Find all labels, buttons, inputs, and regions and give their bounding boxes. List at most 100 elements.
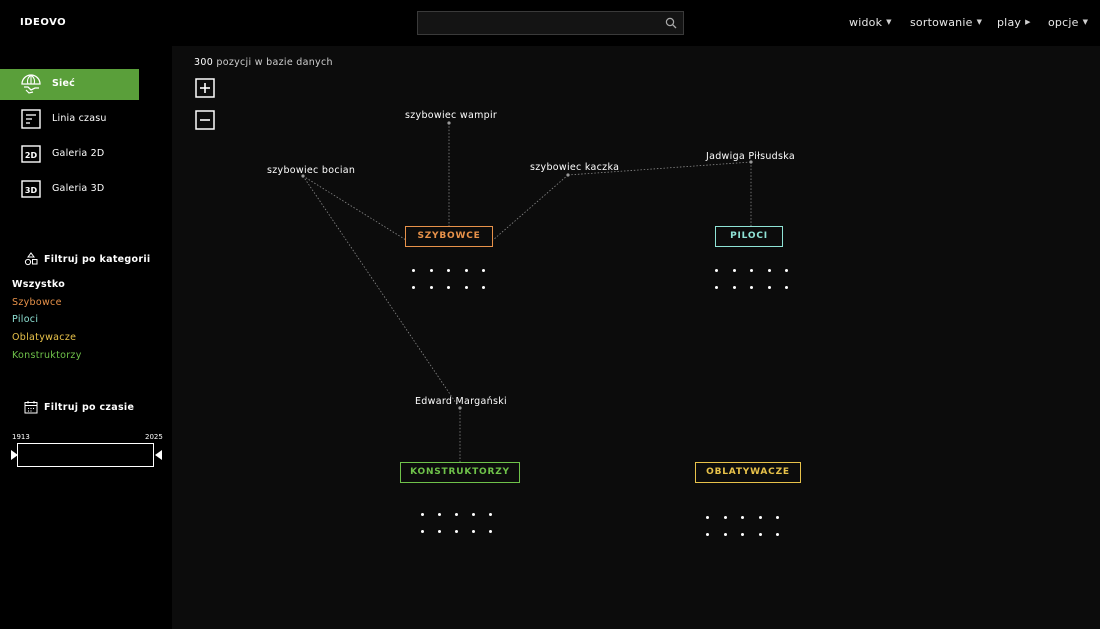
node-point-kaczka [566,173,570,177]
member-dot-szybowce[interactable] [412,269,415,272]
member-dot-piloci[interactable] [750,286,753,289]
app-logo[interactable]: IDEOVO [20,17,66,28]
menu-sortowanie[interactable]: sortowanie ▼ [910,16,982,29]
network-canvas[interactable]: 300 pozycji w bazie danych szybowiec wam… [172,46,1100,629]
member-dot-szybowce[interactable] [447,286,450,289]
member-dot-piloci[interactable] [785,286,788,289]
menu-opcje[interactable]: opcje ▼ [1048,16,1088,29]
group-szybowce[interactable]: SZYBOWCE [405,226,493,247]
group-piloci[interactable]: PILOCI [715,226,783,247]
category-szybowce[interactable]: Szybowce [12,297,62,308]
member-dot-piloci[interactable] [767,269,771,272]
top-bar: IDEOVO widok ▼ sortowanie ▼ play ▶ opcje ▼ [0,0,1100,46]
member-dot-szybowce[interactable] [482,269,485,272]
menu-sortowanie-label: sortowanie [910,16,973,29]
timeline-icon [21,109,41,129]
menu-play[interactable]: play ▶ [997,16,1031,29]
edge-kaczka-szybowce [492,174,569,241]
menu-opcje-label: opcje [1048,16,1079,29]
menu-widok-label: widok [849,16,883,29]
member-dot-konstruktorzy[interactable] [472,530,475,533]
member-dot-oblatywacze[interactable] [706,516,709,519]
member-dot-piloci[interactable] [750,269,753,272]
member-dot-szybowce[interactable] [429,286,433,289]
member-dot-oblatywacze[interactable] [776,516,779,519]
edge-bocian-szybowce [302,175,407,241]
menu-widok[interactable]: widok ▼ [849,16,892,29]
member-dot-piloci[interactable] [767,286,771,289]
member-dot-oblatywacze[interactable] [723,533,727,536]
gallery-3d-icon: 3D [21,180,41,198]
svg-text:2D: 2D [25,151,38,160]
member-dot-oblatywacze[interactable] [706,533,709,536]
member-dot-szybowce[interactable] [447,269,450,272]
category-konstruktorzy[interactable]: Konstruktorzy [12,350,82,361]
search-icon[interactable] [665,17,677,29]
nav-item-galeria-3d[interactable]: 3D Galeria 3D [0,174,139,205]
member-dot-piloci[interactable] [715,286,718,289]
category-wszystko[interactable]: Wszystko [12,279,65,290]
calendar-icon [24,401,38,414]
nav-item-siec[interactable]: Sieć [0,69,139,100]
nav-item-linia-czasu-label: Linia czasu [52,113,107,124]
member-dot-szybowce[interactable] [412,286,415,289]
member-dot-piloci[interactable] [732,286,736,289]
member-dot-piloci[interactable] [785,269,788,272]
member-dot-szybowce[interactable] [429,269,433,272]
node-szybowiec-wampir[interactable]: szybowiec wampir [405,110,497,121]
member-dot-szybowce[interactable] [482,286,485,289]
member-dot-oblatywacze[interactable] [758,516,762,519]
member-dot-konstruktorzy[interactable] [455,513,458,516]
node-jadwiga-pilsudska[interactable]: Jadwiga Piłsudska [706,151,795,162]
node-szybowiec-kaczka[interactable]: szybowiec kaczka [530,162,619,173]
shapes-icon [24,252,38,266]
category-piloci[interactable]: Piloci [12,314,38,325]
nav-item-galeria-3d-label: Galeria 3D [52,183,105,194]
member-dot-oblatywacze[interactable] [723,516,727,519]
range-end-handle[interactable] [155,450,162,460]
member-dot-szybowce[interactable] [464,269,468,272]
member-dot-konstruktorzy[interactable] [489,513,492,516]
range-start-handle[interactable] [11,450,18,460]
network-edges [301,121,753,462]
member-dot-oblatywacze[interactable] [776,533,779,536]
member-dot-oblatywacze[interactable] [741,533,744,536]
node-point-wampir [447,121,451,125]
node-edward-marganski[interactable]: Edward Margański [415,396,507,407]
member-dot-konstruktorzy[interactable] [421,513,424,516]
search-input[interactable] [418,12,658,34]
chevron-down-icon: ▼ [976,18,983,26]
category-oblatywacze[interactable]: Oblatywacze [12,332,76,343]
member-dot-oblatywacze[interactable] [758,533,762,536]
group-konstruktorzy[interactable]: KONSTRUKTORZY [400,462,520,483]
edge-bocian-marganski [302,175,459,407]
nav-item-siec-label: Sieć [52,78,75,89]
member-dot-piloci[interactable] [715,269,718,272]
member-dot-konstruktorzy[interactable] [421,530,424,533]
member-dot-konstruktorzy[interactable] [489,530,492,533]
member-dot-konstruktorzy[interactable] [438,530,441,533]
chevron-down-icon: ▼ [886,18,892,26]
group-oblatywacze[interactable]: OBLATYWACZE [695,462,801,483]
member-dot-oblatywacze[interactable] [741,516,744,519]
member-dot-konstruktorzy[interactable] [438,513,441,516]
nav-item-galeria-2d-label: Galeria 2D [52,148,105,159]
chevron-right-icon: ▶ [1025,18,1031,26]
node-szybowiec-bocian[interactable]: szybowiec bocian [267,165,355,176]
member-dot-piloci[interactable] [732,269,736,272]
range-start-year: 1913 [12,433,30,441]
member-dot-konstruktorzy[interactable] [472,513,475,516]
nav-item-galeria-2d[interactable]: 2D Galeria 2D [0,139,139,170]
time-filter-label: Filtruj po czasie [44,402,135,413]
sidebar: Sieć Linia czasu 2D Galeria 2D 3D Galeri… [0,46,172,629]
member-dot-konstruktorzy[interactable] [455,530,458,533]
nav-item-linia-czasu[interactable]: Linia czasu [0,104,139,135]
time-range-slider[interactable] [17,443,154,467]
gallery-2d-icon: 2D [21,145,41,163]
svg-text:3D: 3D [25,186,38,195]
chevron-down-icon: ▼ [1082,18,1089,26]
menu-play-label: play [997,16,1022,29]
globe-hand-icon [21,74,41,94]
search-box[interactable] [417,11,684,35]
member-dot-szybowce[interactable] [464,286,468,289]
